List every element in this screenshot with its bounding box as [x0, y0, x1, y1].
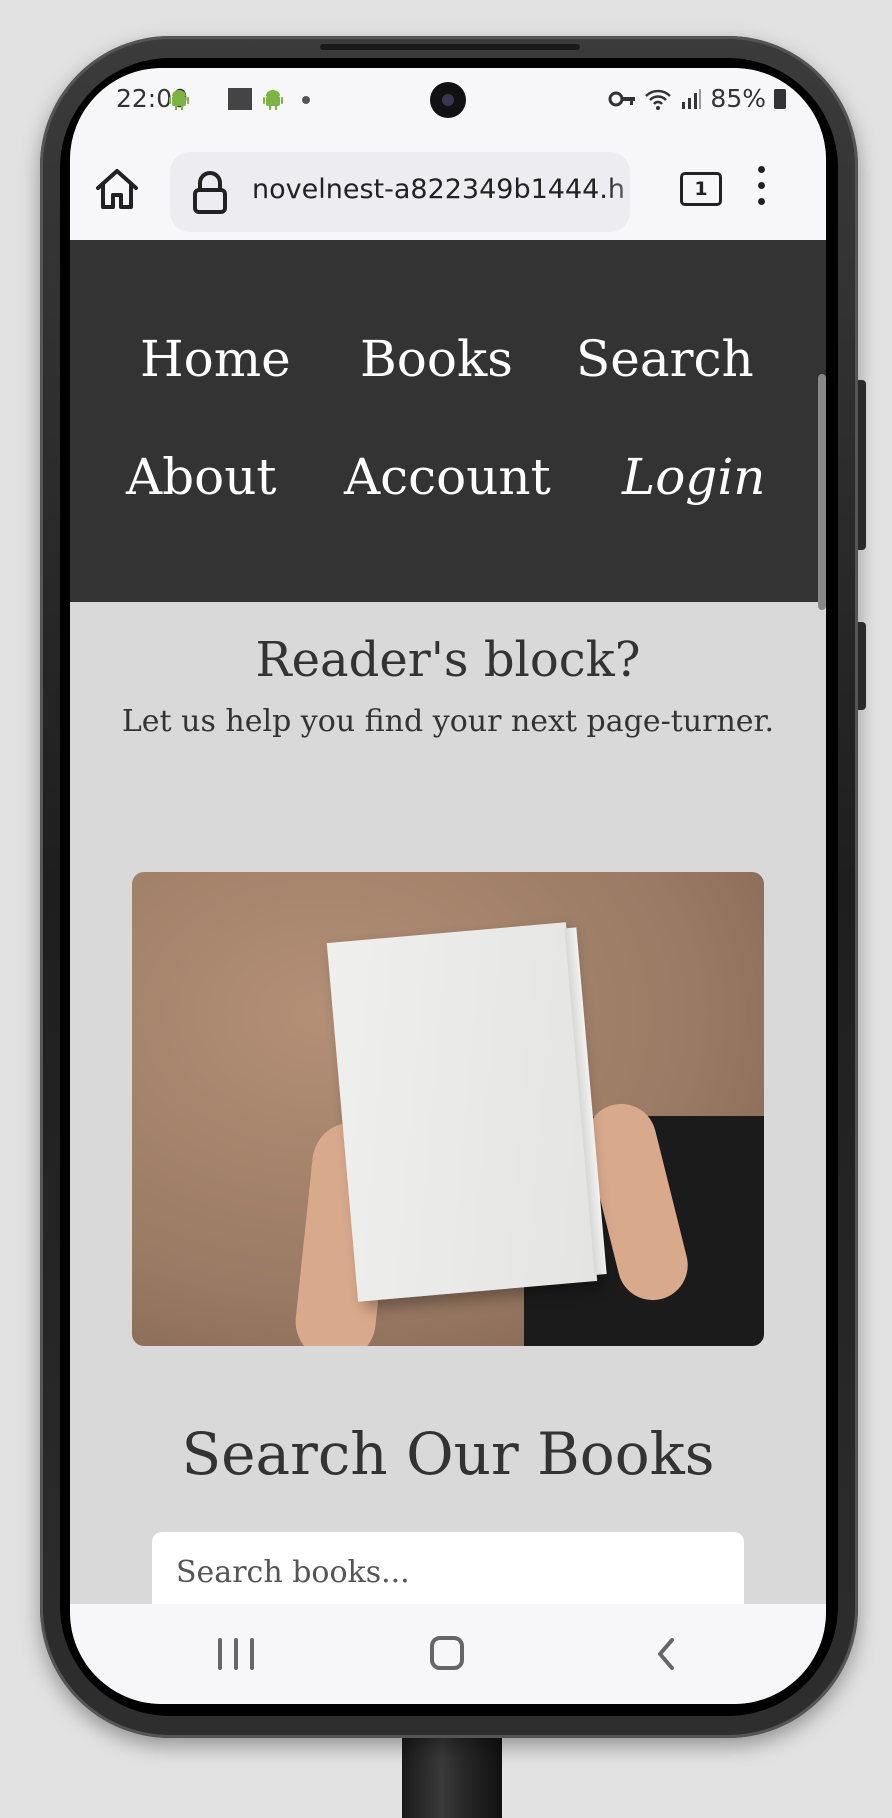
nav-home-link[interactable]: Home: [140, 330, 291, 388]
status-right: 85%: [608, 84, 786, 113]
battery-percent: 85%: [710, 84, 766, 113]
browser-toolbar: novelnest-a822349b1444.h 1: [70, 136, 826, 240]
web-page: Home Books Search About Account Login Re…: [70, 240, 826, 1604]
phone-screen: 22:00 85% novelnest-a822349b1444.h 1 Hom…: [70, 68, 826, 1704]
nav-books-link[interactable]: Books: [360, 330, 513, 388]
wifi-icon: [645, 89, 672, 110]
android-icon: [169, 90, 189, 110]
back-icon[interactable]: [652, 1636, 682, 1672]
recents-icon[interactable]: [218, 1638, 254, 1670]
nav-account-link[interactable]: Account: [344, 448, 551, 506]
search-section-title: Search Our Books: [181, 1420, 715, 1488]
page-scrollbar[interactable]: [818, 374, 826, 610]
front-camera: [430, 82, 466, 118]
volume-button: [858, 380, 866, 550]
url-text: novelnest-a822349b1444.h: [252, 174, 630, 210]
lock-icon: [193, 171, 227, 214]
signal-icon: [682, 88, 702, 109]
hero-image: [132, 872, 764, 1346]
status-bar: 22:00 85%: [70, 68, 826, 136]
nav-about-link[interactable]: About: [126, 448, 277, 506]
battery-icon: [774, 88, 786, 109]
hero-title: Reader's block?: [255, 632, 641, 688]
notification-dot-icon: [302, 96, 310, 104]
nav-search-link[interactable]: Search: [576, 330, 754, 388]
more-menu-icon[interactable]: [756, 166, 766, 210]
address-bar[interactable]: novelnest-a822349b1444.h: [170, 152, 630, 232]
search-books-input[interactable]: [152, 1532, 744, 1604]
system-nav-bar: [70, 1604, 826, 1704]
android-icon: [263, 90, 283, 110]
home-icon[interactable]: [92, 164, 142, 214]
phone-stand: [402, 1738, 502, 1818]
site-nav: Home Books Search About Account Login: [70, 240, 826, 602]
power-button: [858, 622, 866, 710]
phone-top-slot: [320, 44, 580, 50]
home-nav-icon[interactable]: [430, 1636, 464, 1670]
nav-login-link[interactable]: Login: [622, 448, 766, 506]
tab-switcher-button[interactable]: 1: [680, 172, 722, 206]
hero-subtitle: Let us help you find your next page-turn…: [121, 704, 775, 739]
key-icon: [608, 91, 636, 106]
hero-image-book: [326, 922, 598, 1302]
square-icon: [228, 88, 252, 110]
